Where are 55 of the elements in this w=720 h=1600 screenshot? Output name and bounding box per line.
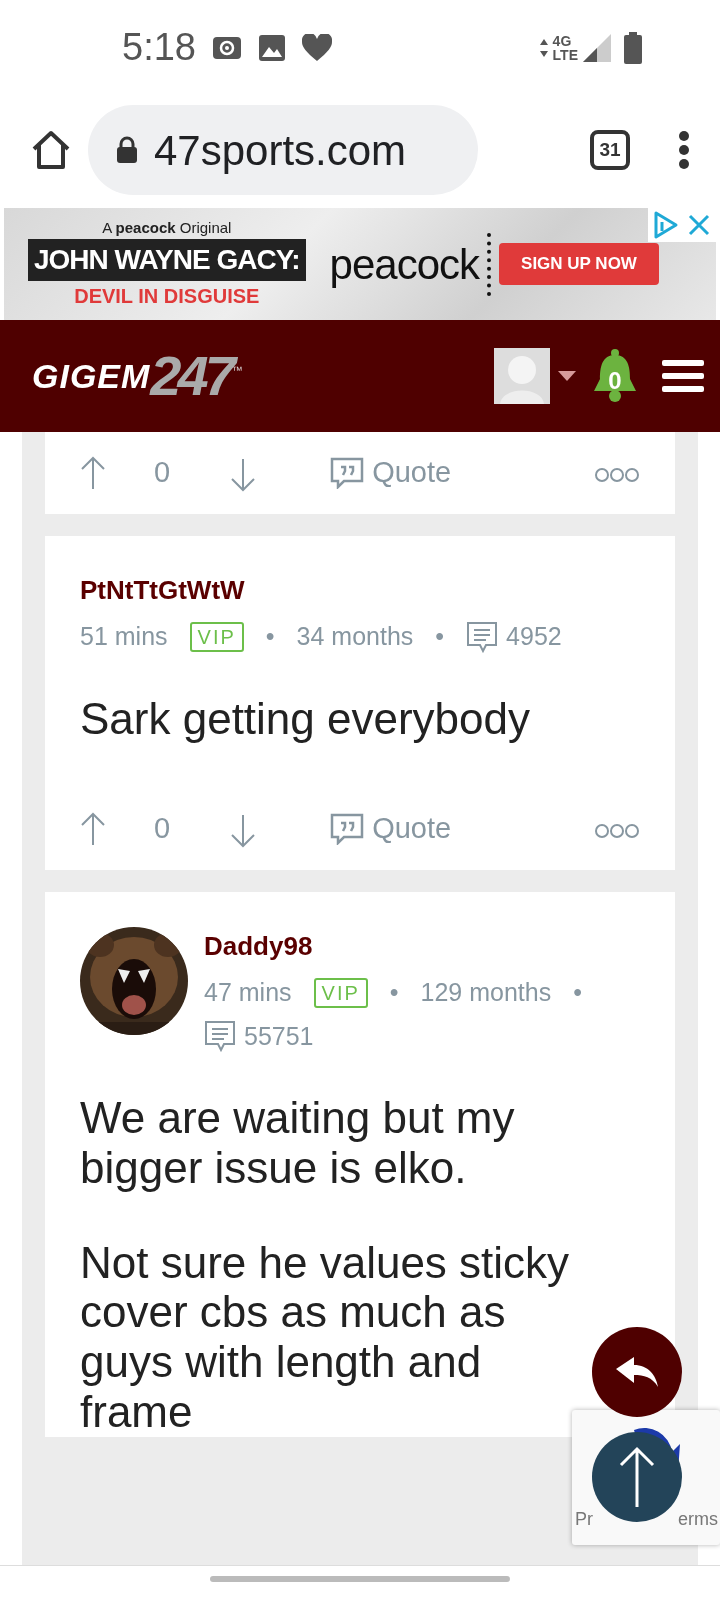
battery-icon	[624, 31, 642, 64]
post-time: 51 mins	[80, 621, 168, 652]
member-tenure: 34 months	[296, 621, 414, 652]
more-options-icon[interactable]	[678, 130, 690, 170]
comments-icon	[204, 1020, 236, 1053]
vip-badge: VIP	[313, 977, 368, 1008]
ad-kicker: A peacock Original	[102, 217, 232, 238]
comment-count: 55751	[244, 1020, 314, 1052]
clock: 5:18	[122, 25, 196, 70]
author-name[interactable]: PtNtTtGtWtW	[80, 571, 640, 610]
quote-icon	[330, 457, 365, 489]
radio-icon	[211, 34, 242, 61]
separator-dot: •	[573, 977, 582, 1009]
downvote-icon[interactable]	[230, 813, 257, 848]
caret-icon[interactable]	[558, 371, 576, 381]
vote-count: 0	[154, 455, 171, 491]
gesture-handle[interactable]	[210, 1576, 510, 1582]
terms-link[interactable]: erms	[678, 1506, 718, 1533]
ad-brand: peacock	[329, 232, 492, 296]
separator-dot: •	[435, 621, 445, 652]
post-text: Not sure he values sticky cover cbs as much as guys with length and frame	[80, 1237, 571, 1437]
network-label: LTE	[552, 47, 578, 62]
home-icon[interactable]	[30, 129, 72, 171]
image-icon	[257, 33, 286, 62]
tab-count-button[interactable]: 31	[590, 130, 630, 170]
ad-banner[interactable]: A peacock Original JOHN WAYNE GACY: DEVIL IN DISGUISE peacock SIGN UP NOW	[4, 208, 716, 320]
sign-up-button[interactable]: SIGN UP NOW	[499, 243, 659, 285]
upvote-icon[interactable]	[80, 812, 106, 847]
address-bar[interactable]: 47sports.com	[88, 105, 478, 195]
quote-icon	[330, 813, 365, 846]
heart-icon	[301, 33, 332, 62]
vote-count: 0	[154, 811, 171, 847]
privacy-link[interactable]: Pr	[575, 1506, 593, 1533]
ad-subtitle: DEVIL IN DISGUISE	[74, 284, 260, 310]
ad-title: JOHN WAYNE GACY:	[28, 239, 306, 282]
post-time: 47 mins	[204, 977, 292, 1009]
member-tenure: 129 months	[420, 977, 552, 1009]
comment-count: 4952	[506, 621, 562, 652]
separator-dot: •	[265, 621, 275, 652]
author-name[interactable]: Daddy98	[204, 927, 624, 967]
lock-icon	[116, 136, 138, 164]
separator-dot: •	[389, 977, 399, 1009]
more-icon[interactable]	[594, 466, 640, 483]
post-text: Sark getting everybody	[80, 693, 532, 744]
upvote-icon[interactable]	[80, 456, 106, 490]
post-text: We are waiting but my bigger issue is elko.	[80, 1093, 516, 1193]
signal-icon	[582, 32, 612, 63]
vip-badge: VIP	[189, 621, 244, 652]
network-label: 4G	[552, 33, 573, 48]
reply-icon	[614, 1355, 660, 1389]
downvote-icon[interactable]	[230, 457, 257, 492]
menu-icon[interactable]	[662, 358, 704, 394]
more-icon[interactable]	[594, 822, 640, 839]
comments-icon	[466, 620, 499, 653]
arrow-up-icon	[617, 1445, 657, 1509]
